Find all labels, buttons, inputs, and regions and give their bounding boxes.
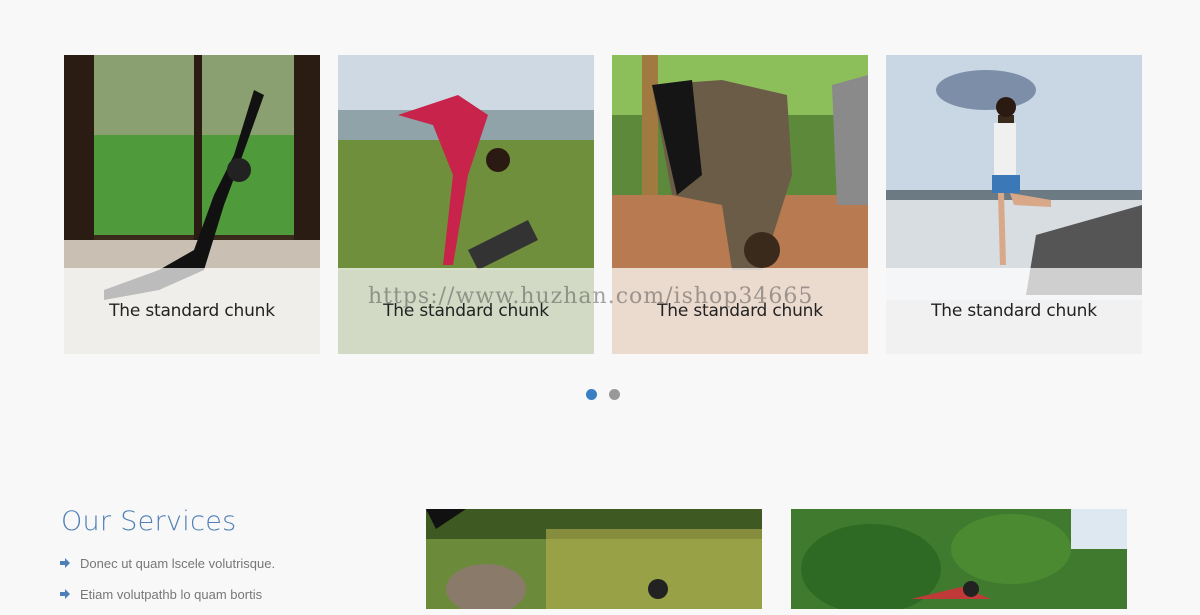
slide-caption: The standard chunk (64, 268, 320, 354)
services-heading: Our Services (61, 506, 237, 537)
service-item-label: Donec ut quam lscele volutrisque. (80, 555, 276, 571)
service-item-label: Etiam volutpathb lo quam bortis (80, 586, 263, 602)
carousel-slide[interactable]: The standard chunk (612, 55, 868, 354)
list-item: Etiam volutpathb lo quam bortis (60, 584, 275, 604)
gallery-image[interactable] (791, 509, 1127, 609)
services-list: Donec ut quam lscele volutrisque. Etiam … (60, 553, 275, 615)
arrow-right-icon (60, 558, 70, 568)
carousel-slide[interactable]: The standard chunk (886, 55, 1142, 354)
pagination-dot-2[interactable] (609, 389, 620, 400)
pagination-dot-1[interactable] (586, 389, 597, 400)
image-carousel: The standard chunk The standard chunk Th… (64, 55, 1142, 355)
slide-caption: The standard chunk (338, 268, 594, 354)
list-item: Donec ut quam lscele volutrisque. (60, 553, 275, 573)
carousel-slide[interactable]: The standard chunk (64, 55, 320, 354)
arrow-right-icon (60, 589, 70, 599)
slide-caption: The standard chunk (886, 268, 1142, 354)
gallery-photo (426, 509, 762, 609)
gallery-image[interactable] (426, 509, 762, 609)
carousel-slide[interactable]: The standard chunk (338, 55, 594, 354)
gallery-photo (791, 509, 1127, 609)
carousel-pagination (586, 389, 620, 400)
slide-caption: The standard chunk (612, 268, 868, 354)
